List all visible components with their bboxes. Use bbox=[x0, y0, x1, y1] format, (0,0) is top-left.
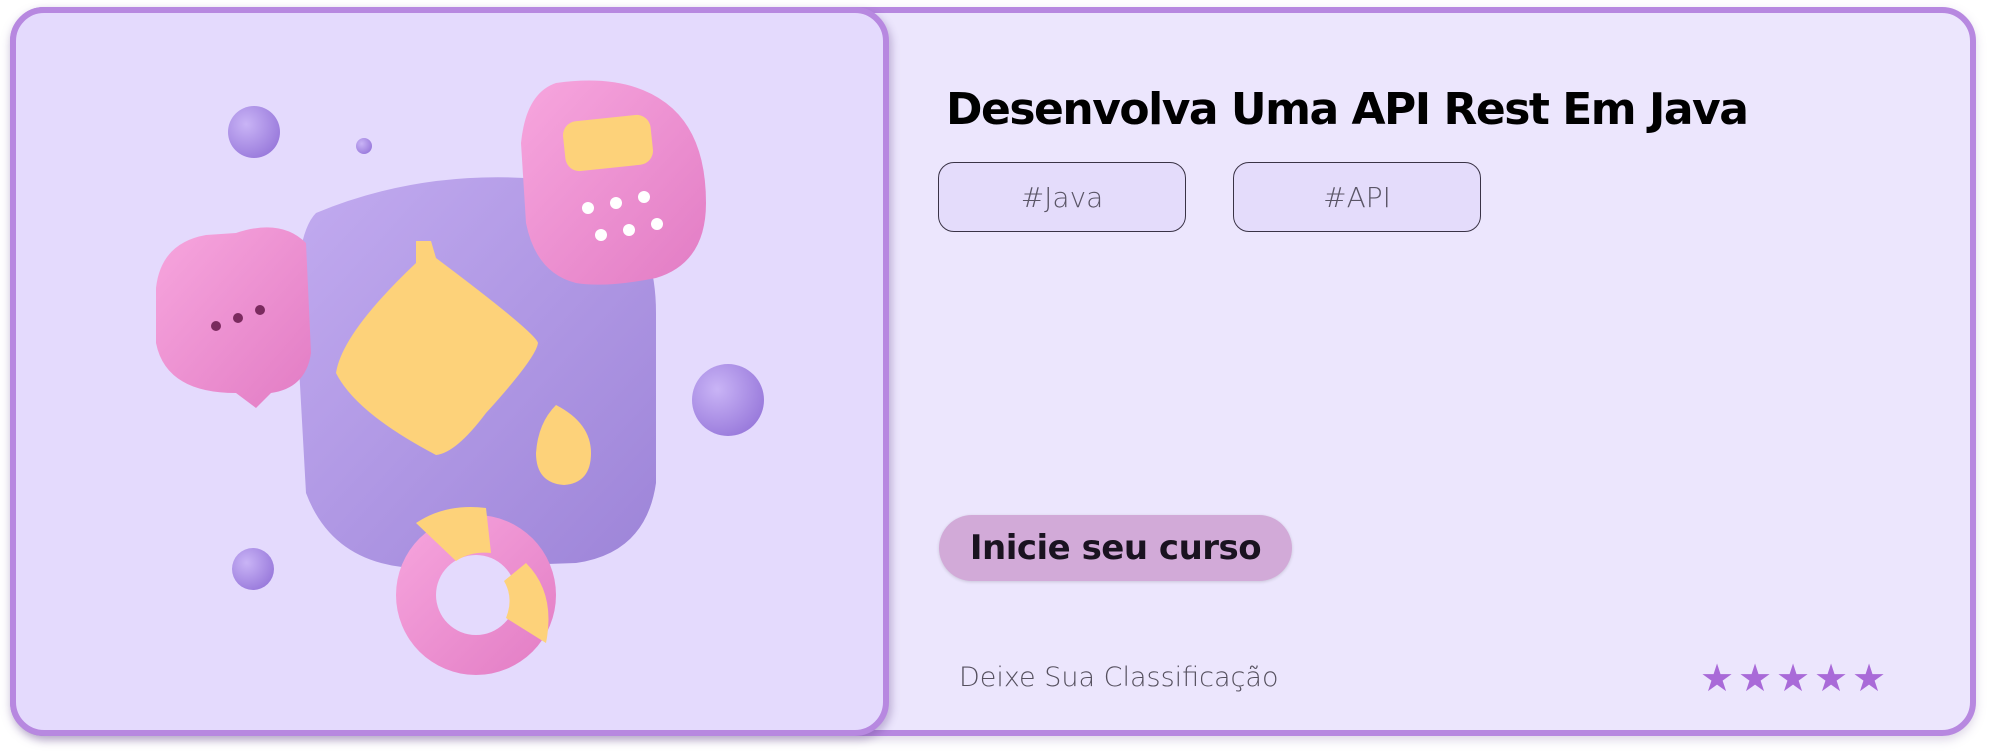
rating-label: Deixe Sua Classificação bbox=[959, 662, 1279, 693]
course-title: Desenvolva Uma API Rest Em Java bbox=[946, 84, 1749, 135]
star-icon[interactable]: ★ bbox=[1775, 656, 1811, 700]
star-icon[interactable]: ★ bbox=[1737, 656, 1773, 700]
tag-java[interactable]: #Java bbox=[938, 162, 1186, 232]
tag-api[interactable]: #API bbox=[1233, 162, 1481, 232]
course-image bbox=[10, 7, 889, 736]
course-illustration-icon bbox=[156, 80, 764, 675]
start-course-button[interactable]: Inicie seu curso bbox=[939, 515, 1292, 581]
star-rating[interactable]: ★ ★ ★ ★ ★ bbox=[1699, 656, 1887, 700]
star-icon[interactable]: ★ bbox=[1699, 656, 1735, 700]
star-icon[interactable]: ★ bbox=[1851, 656, 1887, 700]
star-icon[interactable]: ★ bbox=[1813, 656, 1849, 700]
